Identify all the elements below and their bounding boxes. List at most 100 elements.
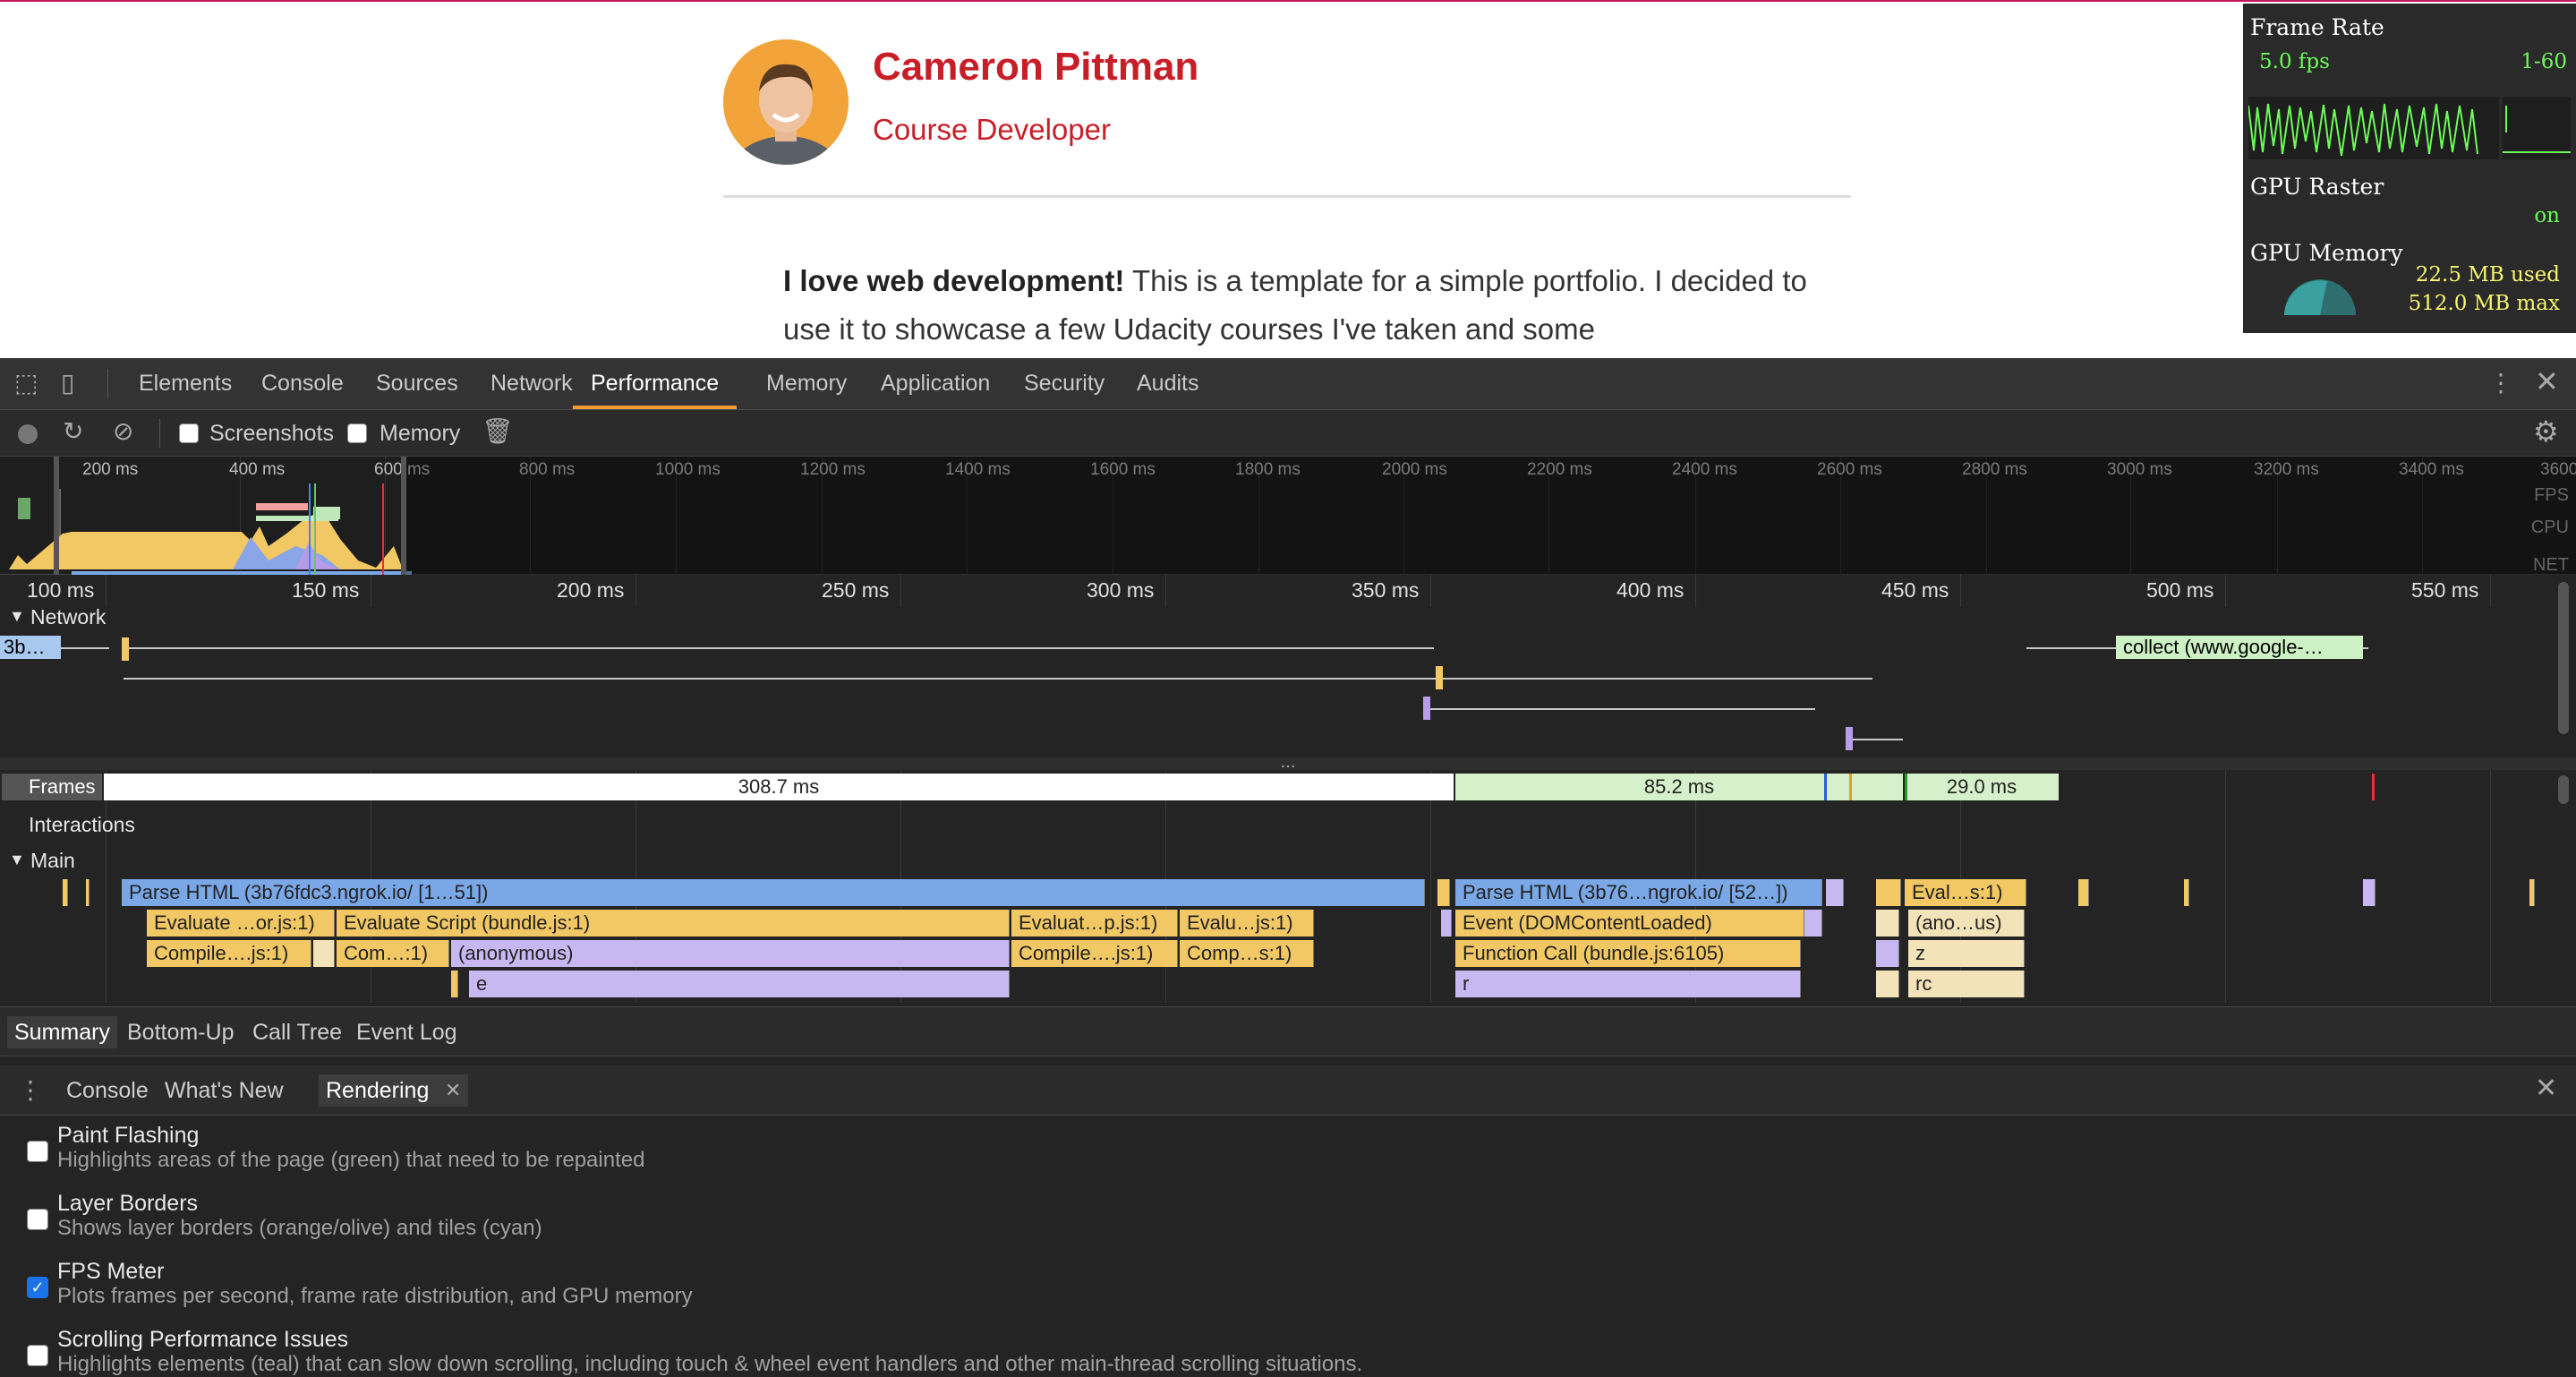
flame-event[interactable]: [1876, 879, 1901, 906]
frame-block[interactable]: 29.0 ms: [1905, 774, 2059, 800]
flame-event[interactable]: [1876, 940, 1899, 967]
flame-event[interactable]: Evaluate …or.js:1): [147, 910, 335, 937]
network-label[interactable]: Network: [30, 605, 106, 629]
scrolling-performance-checkbox[interactable]: [27, 1345, 48, 1366]
tab-application[interactable]: Application: [881, 358, 990, 409]
frame-block[interactable]: 85.2 ms: [1455, 774, 1903, 800]
close-devtools-icon[interactable]: ✕: [2535, 367, 2559, 396]
flame-event[interactable]: [86, 879, 90, 906]
flame-event[interactable]: z: [1908, 940, 2025, 967]
flame-event[interactable]: [1437, 879, 1450, 906]
network-request[interactable]: 3b…: [0, 636, 61, 659]
drawer-tab-rendering[interactable]: Rendering ✕: [319, 1074, 469, 1107]
close-tab-icon[interactable]: ✕: [445, 1074, 461, 1107]
flame-event[interactable]: r: [1455, 971, 1801, 997]
flame-event[interactable]: Evaluat…p.js:1): [1011, 910, 1178, 937]
range-handle-right[interactable]: [401, 457, 406, 575]
gpu-memory-max: 512.0 MB max: [2408, 292, 2560, 315]
gpu-memory-gauge: [2284, 279, 2356, 315]
network-request[interactable]: [1846, 727, 1853, 750]
flame-event[interactable]: Parse HTML (3b76…ngrok.io/ [52…]): [1455, 879, 1822, 906]
network-request[interactable]: [1423, 697, 1430, 720]
tab-sources[interactable]: Sources: [376, 358, 458, 409]
frames-label[interactable]: Frames: [2, 774, 102, 800]
tab-console[interactable]: Console: [261, 358, 344, 409]
flame-event[interactable]: rc: [1908, 971, 2025, 997]
flame-event[interactable]: [451, 971, 458, 997]
flame-event[interactable]: Com…:1): [337, 940, 449, 967]
flame-event[interactable]: Eval…s:1): [1905, 879, 2026, 906]
collapse-arrow-icon[interactable]: ▼: [9, 851, 25, 869]
drawer-tab-console[interactable]: Console: [59, 1074, 156, 1107]
intro-paragraph: I love web development! This is a templa…: [783, 257, 1813, 354]
trash-icon[interactable]: 🗑: [482, 419, 514, 444]
record-icon[interactable]: [18, 424, 38, 444]
network-request-collect[interactable]: collect (www.google-…: [2116, 636, 2363, 659]
kebab-menu-icon[interactable]: ⋮: [2488, 371, 2513, 396]
flame-event[interactable]: Evalu…js:1): [1180, 910, 1314, 937]
range-handle-left[interactable]: [54, 457, 59, 575]
option-title: Paint Flashing: [57, 1123, 200, 1148]
flame-event[interactable]: (anonymous): [451, 940, 1010, 967]
tab-security[interactable]: Security: [1024, 358, 1105, 409]
fps-meter-checkbox[interactable]: ✓: [27, 1277, 48, 1298]
ruler-tick: 500 ms: [2146, 578, 2214, 602]
paint-flashing-checkbox[interactable]: [27, 1141, 48, 1162]
main-thread-label[interactable]: Main: [30, 849, 75, 873]
marker-line: [2372, 774, 2375, 800]
flame-event[interactable]: Compile….js:1): [147, 940, 311, 967]
tab-bottom-up[interactable]: Bottom-Up: [120, 1016, 241, 1048]
timeline-overview[interactable]: 200 ms 400 ms 600 ms 800 ms 1000 ms 1200…: [0, 457, 2576, 575]
flame-event[interactable]: [1804, 910, 1822, 937]
tab-summary[interactable]: Summary: [7, 1016, 117, 1048]
flame-event[interactable]: Compile….js:1): [1011, 940, 1178, 967]
settings-gear-icon[interactable]: ⚙: [2533, 417, 2559, 446]
flame-event[interactable]: Comp…s:1): [1180, 940, 1314, 967]
flame-event[interactable]: [1441, 910, 1452, 937]
flame-event[interactable]: [2529, 879, 2535, 906]
flame-event[interactable]: [2184, 879, 2189, 906]
track-resize-handle[interactable]: …: [0, 754, 2576, 770]
flame-event[interactable]: [313, 940, 335, 967]
network-request[interactable]: [122, 637, 129, 661]
tab-memory[interactable]: Memory: [766, 358, 847, 409]
tab-network[interactable]: Network: [490, 358, 573, 409]
flame-event[interactable]: [1826, 879, 1844, 906]
flame-event[interactable]: Parse HTML (3b76fdc3.ngrok.io/ [1…51]): [122, 879, 1425, 906]
flame-event[interactable]: Event (DOMContentLoaded): [1455, 910, 1804, 937]
overview-tick: 200 ms: [82, 460, 139, 479]
drawer-tab-whats-new[interactable]: What's New: [158, 1074, 291, 1107]
reload-record-icon[interactable]: ↻: [63, 419, 83, 444]
collapse-arrow-icon[interactable]: ▼: [9, 607, 25, 626]
overview-tick: 400 ms: [229, 460, 286, 479]
flame-event[interactable]: [2363, 879, 2376, 906]
ruler-tick: 350 ms: [1352, 578, 1420, 602]
tab-performance[interactable]: Performance: [573, 358, 738, 409]
timeline-scrollbar[interactable]: [2558, 582, 2569, 734]
flame-event[interactable]: [1876, 910, 1899, 937]
flame-event[interactable]: [2078, 879, 2089, 906]
flame-event[interactable]: (ano…us): [1908, 910, 2025, 937]
tab-call-tree[interactable]: Call Tree: [245, 1016, 349, 1048]
interactions-label[interactable]: Interactions: [29, 813, 135, 837]
flame-event[interactable]: Function Call (bundle.js:6105): [1455, 940, 1801, 967]
memory-checkbox[interactable]: [347, 423, 367, 443]
flame-event[interactable]: e: [469, 971, 1010, 997]
close-drawer-icon[interactable]: ✕: [2535, 1075, 2557, 1102]
tab-audits[interactable]: Audits: [1137, 358, 1198, 409]
flame-event[interactable]: Evaluate Script (bundle.js:1): [337, 910, 1010, 937]
flame-event[interactable]: [1876, 971, 1899, 997]
tab-elements[interactable]: Elements: [139, 358, 232, 409]
tab-event-log[interactable]: Event Log: [349, 1016, 465, 1048]
device-toolbar-icon[interactable]: ▯: [61, 371, 74, 396]
flame-event[interactable]: [63, 879, 68, 906]
flame-scrollbar[interactable]: [2558, 775, 2569, 804]
drawer-menu-icon[interactable]: ⋮: [18, 1078, 43, 1103]
layer-borders-checkbox[interactable]: [27, 1209, 48, 1230]
inspect-element-icon[interactable]: ⬚: [14, 371, 38, 396]
request-whisker: [61, 647, 109, 649]
screenshots-checkbox[interactable]: [179, 423, 199, 443]
clear-icon[interactable]: ⊘: [113, 419, 133, 444]
frame-block[interactable]: 308.7 ms: [104, 774, 1454, 800]
network-request[interactable]: [1436, 666, 1443, 689]
